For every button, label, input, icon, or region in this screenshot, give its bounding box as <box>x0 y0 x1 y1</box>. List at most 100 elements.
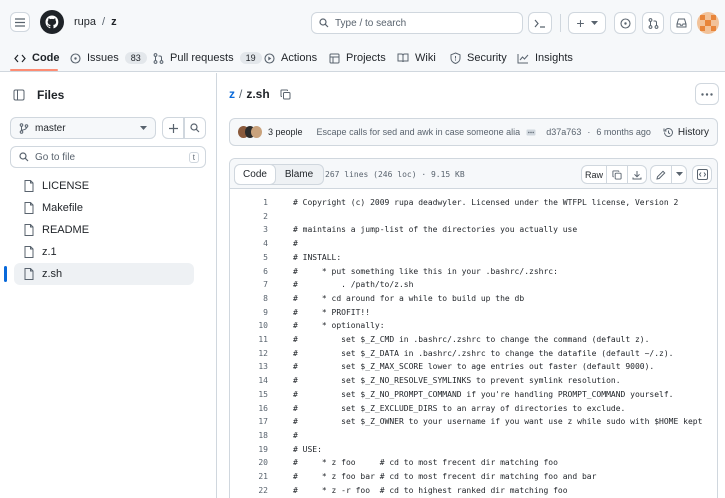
line-number[interactable]: 14 <box>230 376 268 385</box>
commit-time: 6 months ago <box>596 127 651 137</box>
code-line: # set $_Z_NO_RESOLVE_SYMLINKS to prevent… <box>293 376 621 385</box>
line-number[interactable]: 11 <box>230 335 268 344</box>
line-number[interactable]: 5 <box>230 253 268 262</box>
code-line: # * optionally: <box>293 321 385 330</box>
menu-button[interactable] <box>10 12 30 32</box>
code-line: # set $_Z_MAX_SCORE lower to age entries… <box>293 362 655 371</box>
file-name: Makefile <box>42 202 83 214</box>
tab-projects[interactable]: Projects <box>329 44 386 72</box>
code-line: # <box>293 239 298 248</box>
line-number[interactable]: 17 <box>230 417 268 426</box>
go-to-file-placeholder: Go to file <box>35 151 76 163</box>
line-number[interactable]: 16 <box>230 404 268 413</box>
github-logo[interactable] <box>40 10 64 34</box>
play-icon <box>264 52 275 64</box>
avatar[interactable] <box>697 12 719 34</box>
code-line: # set $_Z_OWNER to your username if you … <box>293 417 703 426</box>
tab-insights[interactable]: Insights <box>517 44 573 72</box>
code-blame-toggle: Code Blame <box>234 164 324 185</box>
tab-issues[interactable]: Issues 83 <box>70 44 147 72</box>
command-palette-button[interactable] <box>528 12 552 34</box>
line-number[interactable]: 4 <box>230 239 268 248</box>
line-number[interactable]: 21 <box>230 472 268 481</box>
tab-code[interactable]: Code <box>14 44 60 72</box>
symbols-panel-button[interactable] <box>692 165 712 184</box>
sidebar-collapse-icon[interactable] <box>13 89 25 101</box>
line-number[interactable]: 8 <box>230 294 268 303</box>
pull-request-icon <box>153 52 164 64</box>
file-tree-sidebar: Files master Go to file t LICENSE Makefil… <box>0 73 217 498</box>
line-number[interactable]: 2 <box>230 212 268 221</box>
repo-link[interactable]: z <box>111 16 117 28</box>
file-tree-item[interactable]: LICENSE <box>14 175 194 197</box>
commit-hash[interactable]: d37a763 <box>546 127 581 137</box>
code-view-tab[interactable]: Code <box>234 164 276 185</box>
owner-link[interactable]: rupa <box>74 16 96 28</box>
inbox-icon <box>676 18 686 28</box>
issue-opened-icon <box>619 17 631 29</box>
graph-icon <box>517 53 529 63</box>
edit-options-button[interactable] <box>671 165 687 184</box>
copy-path-icon[interactable] <box>280 89 291 100</box>
more-options-button[interactable] <box>695 83 719 105</box>
go-to-file-input[interactable]: Go to file t <box>10 146 206 168</box>
line-number[interactable]: 13 <box>230 362 268 371</box>
create-new-button[interactable]: + <box>568 12 606 34</box>
inbox-button[interactable] <box>670 12 692 34</box>
line-number[interactable]: 15 <box>230 390 268 399</box>
search-files-button[interactable] <box>184 117 206 139</box>
contributor-avatars[interactable] <box>238 126 263 138</box>
line-number[interactable]: 10 <box>230 321 268 330</box>
breadcrumb-separator: / <box>239 87 243 101</box>
code-line: # maintains a jump-list of the directori… <box>293 225 578 234</box>
shortcut-key: t <box>188 151 199 163</box>
divider <box>560 14 561 32</box>
line-number[interactable]: 12 <box>230 349 268 358</box>
search-icon <box>319 18 329 28</box>
file-tree-item[interactable]: z.sh <box>4 263 194 285</box>
file-tree-item[interactable]: Makefile <box>14 197 194 219</box>
raw-button[interactable]: Raw <box>581 165 607 184</box>
line-number[interactable]: 6 <box>230 267 268 276</box>
tab-security[interactable]: Security <box>450 44 507 72</box>
code-tab-label: Code <box>243 169 267 180</box>
pull-requests-button[interactable] <box>642 12 664 34</box>
line-number[interactable]: 7 <box>230 280 268 289</box>
tab-label: Security <box>467 52 507 64</box>
search-input[interactable]: Type / to search <box>311 12 523 34</box>
add-file-button[interactable] <box>162 117 184 139</box>
breadcrumb-repo-link[interactable]: z <box>229 87 235 101</box>
line-number[interactable]: 18 <box>230 431 268 440</box>
code-line: # USE: <box>293 445 322 454</box>
issues-button[interactable] <box>614 12 636 34</box>
edit-file-button[interactable] <box>650 165 672 184</box>
line-number[interactable]: 19 <box>230 445 268 454</box>
line-number[interactable]: 1 <box>230 198 268 207</box>
latest-commit-bar: 3 people Escape calls for sed and awk in… <box>229 118 718 146</box>
tab-wiki[interactable]: Wiki <box>397 44 436 72</box>
branch-icon <box>19 122 29 134</box>
contributors-count[interactable]: 3 people <box>268 127 303 137</box>
commit-message[interactable]: Escape calls for sed and awk in case som… <box>317 127 521 137</box>
ellipsis-icon[interactable] <box>526 129 536 136</box>
table-icon <box>329 53 340 63</box>
tab-actions[interactable]: Actions <box>264 44 317 72</box>
line-number[interactable]: 22 <box>230 486 268 495</box>
code-line: # * z -r foo # cd to highest ranked dir … <box>293 486 568 495</box>
history-button[interactable]: History <box>663 127 709 138</box>
tab-pull-requests[interactable]: Pull requests 19 <box>153 44 262 72</box>
line-number[interactable]: 3 <box>230 225 268 234</box>
code-line: # Copyright (c) 2009 rupa deadwyler. Lic… <box>293 198 679 207</box>
file-tree-item[interactable]: z.1 <box>14 241 194 263</box>
file-tree-item[interactable]: README <box>14 219 194 241</box>
caret-down-icon <box>675 172 683 176</box>
download-raw-button[interactable] <box>627 165 647 184</box>
line-number[interactable]: 20 <box>230 458 268 467</box>
copy-raw-button[interactable] <box>606 165 628 184</box>
line-number[interactable]: 9 <box>230 308 268 317</box>
blame-view-tab[interactable]: Blame <box>275 165 323 184</box>
book-icon <box>397 53 409 63</box>
code-square-icon <box>696 169 708 180</box>
code-line: # * put something like this in your .bas… <box>293 267 558 276</box>
branch-select[interactable]: master <box>10 117 156 139</box>
